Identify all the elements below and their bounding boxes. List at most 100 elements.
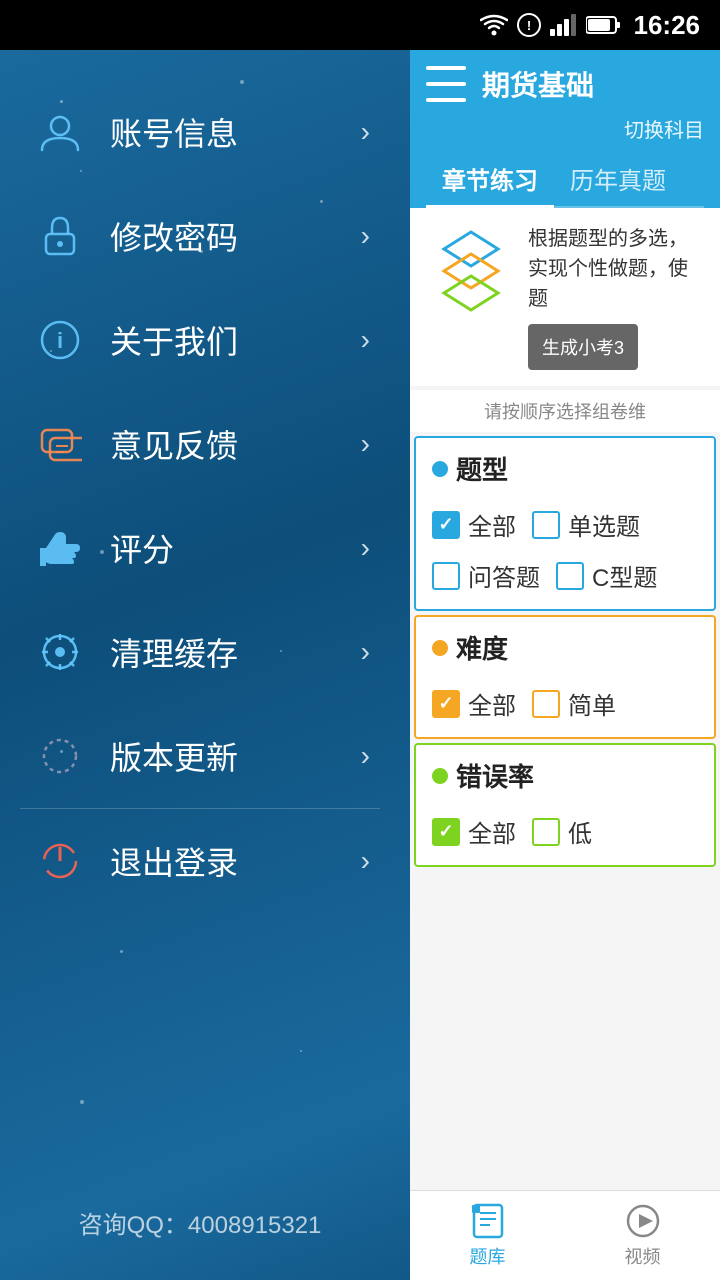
about-icon: i	[30, 310, 90, 370]
signal-icon	[550, 14, 578, 36]
questions-nav-icon	[470, 1203, 506, 1239]
cache-icon	[30, 622, 90, 682]
password-arrow: ›	[361, 220, 370, 252]
banner-button[interactable]: 生成小考3	[528, 324, 638, 370]
sidebar-item-update[interactable]: 版本更新 ›	[0, 704, 400, 808]
checkbox-ctype-label: C型题	[592, 558, 657, 593]
section-dot-orange	[432, 640, 448, 656]
status-bar: ! 16:26	[0, 0, 720, 50]
rate-icon	[30, 518, 90, 578]
checkbox-grid-type: 全部 单选题 问答题 C型	[416, 499, 714, 609]
checkbox-all-error[interactable]: 全部	[432, 814, 516, 849]
sidebar-footer: 咨询QQ：4008915321	[0, 1205, 400, 1240]
sidebar-item-rate[interactable]: 评分 ›	[0, 496, 400, 600]
section-error-rate: 错误率 全部 低	[414, 743, 716, 867]
checkbox-easy-box[interactable]	[532, 690, 560, 718]
checkbox-low[interactable]: 低	[532, 814, 592, 849]
sidebar-item-password[interactable]: 修改密码 ›	[0, 184, 400, 288]
checkbox-row-2: 问答题 C型题	[432, 558, 698, 593]
account-arrow: ›	[361, 116, 370, 148]
main-background: 账号信息 › 修改密码 › i 关于我们 ›	[0, 50, 720, 1280]
cache-label: 清理缓存	[110, 629, 361, 675]
password-icon	[30, 206, 90, 266]
checkbox-ctype-box[interactable]	[556, 562, 584, 590]
checkbox-all-type[interactable]: 全部	[432, 507, 516, 542]
checkbox-all-difficulty[interactable]: 全部	[432, 686, 516, 721]
tab-past[interactable]: 历年真题	[554, 151, 682, 206]
wifi-icon	[480, 14, 508, 36]
section-difficulty: 难度 全部 简单	[414, 615, 716, 739]
checkbox-grid-difficulty: 全部 简单	[416, 678, 714, 737]
checkbox-single-label: 单选题	[568, 507, 640, 542]
feedback-icon	[30, 414, 90, 474]
sidebar-item-feedback[interactable]: 意见反馈 ›	[0, 392, 400, 496]
sidebar-item-logout[interactable]: 退出登录 ›	[0, 809, 400, 913]
stack-logo-icon	[426, 224, 516, 314]
checkbox-all-error-box[interactable]	[432, 818, 460, 846]
checkbox-ctype[interactable]: C型题	[556, 558, 657, 593]
cache-arrow: ›	[361, 636, 370, 668]
tab-chapter[interactable]: 章节练习	[426, 151, 554, 206]
checkbox-easy-label: 简单	[568, 686, 616, 721]
hint-text: 请按顺序选择组卷维	[410, 390, 720, 432]
checkbox-low-box[interactable]	[532, 818, 560, 846]
section-dot-green	[432, 768, 448, 784]
panel-tabs: 章节练习 历年真题	[426, 151, 704, 208]
update-icon	[30, 726, 90, 786]
checkbox-answer-label: 问答题	[468, 558, 540, 593]
checkbox-answer[interactable]: 问答题	[432, 558, 540, 593]
panel-header-top: 期货基础	[426, 64, 704, 104]
checkbox-low-label: 低	[568, 814, 592, 849]
hamburger-button[interactable]	[426, 66, 466, 102]
about-label: 关于我们	[110, 317, 361, 363]
checkbox-single[interactable]: 单选题	[532, 507, 640, 542]
rate-arrow: ›	[361, 532, 370, 564]
banner: 根据题型的多选，实现个性做题，使题 生成小考3	[410, 208, 720, 386]
sidebar-item-about[interactable]: i 关于我们 ›	[0, 288, 400, 392]
update-arrow: ›	[361, 740, 370, 772]
bottom-nav: 题库 视频	[410, 1190, 720, 1280]
checkbox-answer-box[interactable]	[432, 562, 460, 590]
logout-icon	[30, 831, 90, 891]
panel-header: 期货基础 切换科目 章节练习 历年真题	[410, 50, 720, 208]
logout-arrow: ›	[361, 845, 370, 877]
checkbox-single-box[interactable]	[532, 511, 560, 539]
battery-icon	[586, 15, 622, 35]
sidebar-item-cache[interactable]: 清理缓存 ›	[0, 600, 400, 704]
section-title-difficulty: 难度	[416, 617, 714, 678]
about-arrow: ›	[361, 324, 370, 356]
main-panel: 期货基础 切换科目 章节练习 历年真题	[410, 50, 720, 1280]
checkbox-all-type-label: 全部	[468, 507, 516, 542]
update-label: 版本更新	[110, 733, 361, 779]
panel-subtitle[interactable]: 切换科目	[426, 114, 704, 143]
panel-title: 期货基础	[482, 64, 594, 104]
checkbox-grid-error: 全部 低	[416, 806, 714, 865]
panel-content: 根据题型的多选，实现个性做题，使题 生成小考3 请按顺序选择组卷维 题型 全部	[410, 208, 720, 1190]
section-question-type: 题型 全部 单选题	[414, 436, 716, 611]
nav-questions[interactable]: 题库	[410, 1191, 565, 1280]
feedback-arrow: ›	[361, 428, 370, 460]
account-icon	[30, 102, 90, 162]
checkbox-easy[interactable]: 简单	[532, 686, 616, 721]
logout-label: 退出登录	[110, 838, 361, 884]
section-title-error-rate: 错误率	[416, 745, 714, 806]
checkbox-row-1: 全部 单选题	[432, 507, 698, 542]
checkbox-all-difficulty-label: 全部	[468, 686, 516, 721]
status-icons: !	[480, 12, 622, 38]
sidebar-item-account[interactable]: 账号信息 ›	[0, 80, 400, 184]
rate-label: 评分	[110, 525, 361, 571]
section-dot-blue	[432, 461, 448, 477]
notification-icon: !	[516, 12, 542, 38]
checkbox-all-difficulty-box[interactable]	[432, 690, 460, 718]
svg-text:i: i	[57, 328, 63, 353]
password-label: 修改密码	[110, 213, 361, 259]
questions-nav-label: 题库	[470, 1243, 506, 1269]
checkbox-row-error: 全部 低	[432, 814, 698, 849]
feedback-label: 意见反馈	[110, 421, 361, 467]
account-label: 账号信息	[110, 109, 361, 155]
sidebar: 账号信息 › 修改密码 › i 关于我们 ›	[0, 50, 400, 1280]
svg-text:!: !	[526, 18, 530, 33]
status-time: 16:26	[634, 10, 701, 41]
checkbox-all-type-box[interactable]	[432, 511, 460, 539]
nav-video[interactable]: 视频	[565, 1191, 720, 1280]
